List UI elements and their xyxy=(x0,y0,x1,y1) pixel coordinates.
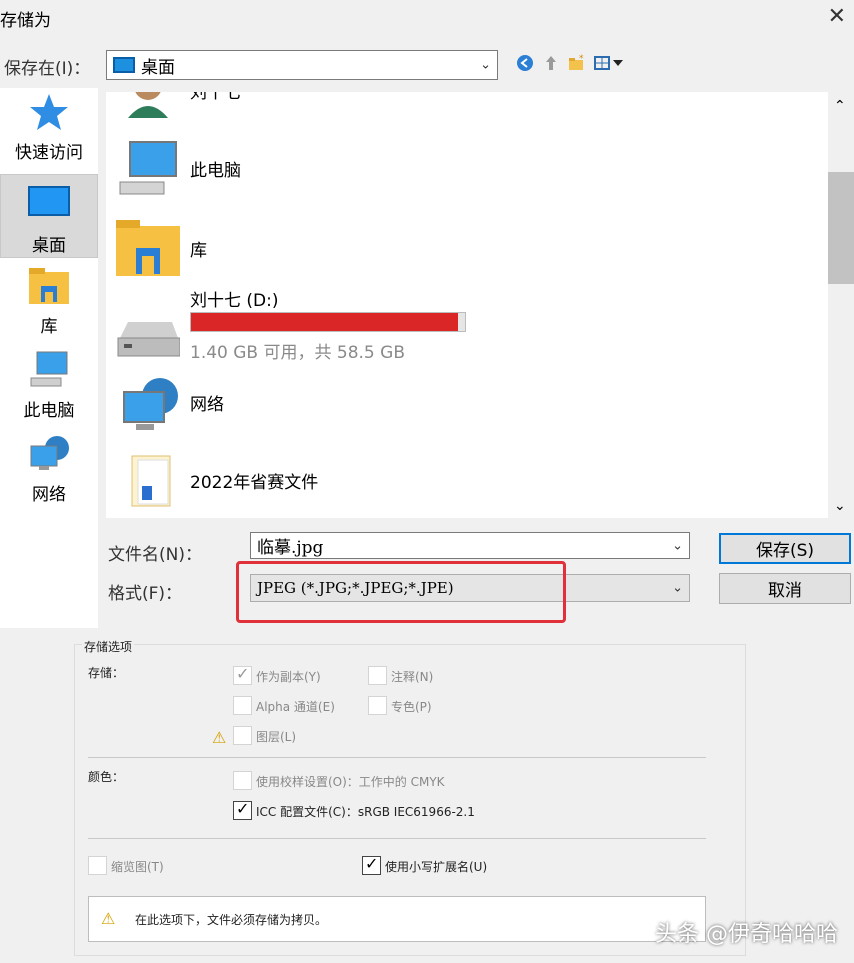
user-icon xyxy=(116,92,180,118)
list-item[interactable]: 刘十七 (D:) 1.40 GB 可用，共 58.5 GB xyxy=(106,286,806,366)
watermark: 头条 @伊奇哈哈哈 xyxy=(655,922,838,947)
layers-label: 图层(L) xyxy=(256,730,297,744)
place-network[interactable]: 网络 xyxy=(0,434,98,518)
format-label: 格式(F)： xyxy=(108,584,183,604)
up-folder-icon[interactable] xyxy=(542,54,560,72)
desktop-small-icon xyxy=(113,57,135,73)
place-label: 库 xyxy=(40,317,58,337)
file-name: 网络 xyxy=(190,395,224,415)
list-item[interactable]: 网络 xyxy=(106,364,806,442)
places-bar: 快速访问 桌面 库 此电脑 网络 xyxy=(0,88,98,628)
layers-checkbox[interactable] xyxy=(233,726,252,745)
place-label: 此电脑 xyxy=(23,401,75,421)
place-quick-access[interactable]: 快速访问 xyxy=(0,92,98,176)
notes-label: 注释(N) xyxy=(391,670,434,684)
save-in-label: 保存在(I)： xyxy=(4,59,91,79)
divider xyxy=(88,838,706,839)
place-label: 网络 xyxy=(32,485,66,505)
proof-label: 使用校样设置(O)：工作中的 CMYK xyxy=(256,775,445,789)
drive-usage-bar xyxy=(190,312,466,332)
place-desktop[interactable]: 桌面 xyxy=(0,174,98,258)
desktop-icon xyxy=(27,185,71,225)
scroll-thumb[interactable] xyxy=(828,172,854,284)
file-name: 刘十七 (D:) xyxy=(190,291,279,311)
lowercase-ext-checkbox[interactable]: ✓ xyxy=(362,854,381,875)
filename-label: 文件名(N)： xyxy=(108,545,202,565)
thumbnail-checkbox[interactable] xyxy=(88,856,107,875)
filename-value: 临摹.jpg xyxy=(257,538,324,558)
highlight-box xyxy=(236,561,566,623)
back-icon[interactable] xyxy=(516,54,534,72)
store-label: 存储： xyxy=(88,666,125,680)
place-label: 快速访问 xyxy=(15,143,83,163)
svg-text:*: * xyxy=(579,54,584,64)
drive-usage-fill xyxy=(191,313,459,331)
warning-icon: ⚠ xyxy=(212,728,227,747)
filename-input[interactable]: 临摹.jpg ⌄ xyxy=(250,532,690,559)
location-combo[interactable]: 桌面 ⌄ xyxy=(106,50,498,80)
place-this-pc[interactable]: 此电脑 xyxy=(0,350,98,434)
thumbnail-label: 缩览图(T) xyxy=(111,860,164,874)
file-name: 2022年省赛文件 xyxy=(190,473,319,493)
alpha-label: Alpha 通道(E) xyxy=(256,700,335,714)
library-icon xyxy=(27,266,71,306)
warning-icon: ⚠ xyxy=(101,909,116,928)
cancel-button[interactable]: 取消 xyxy=(719,573,851,604)
new-folder-icon[interactable]: * xyxy=(568,54,586,72)
chevron-down-icon[interactable]: ⌄ xyxy=(480,58,491,73)
library-icon xyxy=(116,218,180,278)
chevron-down-icon[interactable]: ⌄ xyxy=(672,538,683,553)
scroll-up-icon[interactable]: ⌃ xyxy=(834,98,846,114)
notes-checkbox[interactable] xyxy=(368,666,387,685)
file-name: 此电脑 xyxy=(190,161,241,181)
list-item[interactable]: 刘十七 xyxy=(106,92,806,126)
network-icon xyxy=(27,434,71,474)
drive-icon xyxy=(116,308,181,368)
computer-icon xyxy=(27,350,71,390)
scroll-down-icon[interactable]: ⌄ xyxy=(834,498,846,514)
view-menu-icon[interactable] xyxy=(594,54,624,72)
save-button[interactable]: 保存(S) xyxy=(719,533,851,564)
lowercase-ext-label: 使用小写扩展名(U) xyxy=(385,860,488,874)
close-icon[interactable]: ✕ xyxy=(828,4,846,29)
drive-usage-text: 1.40 GB 可用，共 58.5 GB xyxy=(190,343,405,363)
location-value: 桌面 xyxy=(141,57,175,78)
file-list-scrollbar[interactable]: ⌃ ⌄ xyxy=(828,92,854,518)
divider xyxy=(88,757,706,758)
spot-checkbox[interactable] xyxy=(368,696,387,715)
network-icon xyxy=(116,374,180,434)
info-box: ⚠ 在此选项下，文件必须存储为拷贝。 xyxy=(88,896,706,942)
file-list[interactable]: 刘十七 此电脑 库 刘十七 (D:) 1.40 GB 可用，共 58.5 GB … xyxy=(106,92,828,518)
as-copy-checkbox[interactable]: ✓ xyxy=(233,664,252,685)
list-item[interactable]: 库 xyxy=(106,208,806,286)
dialog-title: 存储为 xyxy=(0,11,51,31)
file-name: 库 xyxy=(190,241,207,261)
chevron-down-icon[interactable]: ⌄ xyxy=(672,581,683,596)
place-library[interactable]: 库 xyxy=(0,266,98,350)
as-copy-label: 作为副本(Y) xyxy=(256,670,321,684)
computer-icon xyxy=(116,138,180,198)
star-icon xyxy=(27,92,71,132)
folder-icon xyxy=(116,452,180,512)
icc-checkbox[interactable]: ✓ xyxy=(233,799,252,820)
spot-label: 专色(P) xyxy=(391,700,432,714)
place-label: 桌面 xyxy=(32,236,66,256)
file-name: 刘十七 xyxy=(190,92,241,103)
proof-checkbox[interactable] xyxy=(233,771,252,790)
color-label: 颜色： xyxy=(88,770,125,784)
group-title: 存储选项 xyxy=(82,638,135,655)
icc-label: ICC 配置文件(C)：sRGB IEC61966-2.1 xyxy=(256,805,475,819)
list-item[interactable]: 此电脑 xyxy=(106,128,806,206)
alpha-checkbox[interactable] xyxy=(233,696,252,715)
list-item[interactable]: 2022年省赛文件 xyxy=(106,442,806,518)
info-text: 在此选项下，文件必须存储为拷贝。 xyxy=(135,913,328,927)
